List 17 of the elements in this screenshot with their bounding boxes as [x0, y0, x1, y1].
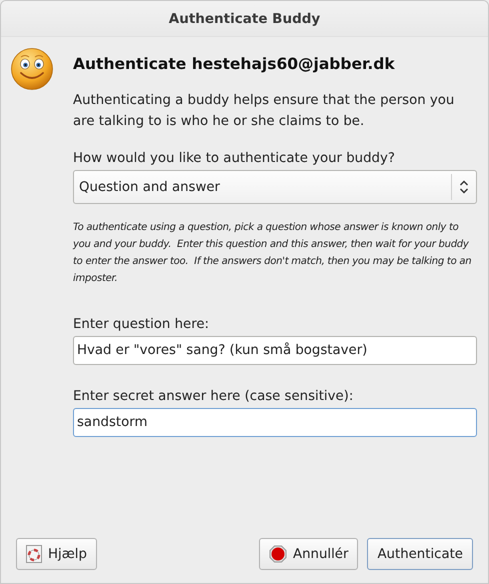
lifebuoy-icon — [26, 545, 42, 563]
window-title: Authenticate Buddy — [168, 10, 320, 26]
updown-icon — [459, 180, 469, 194]
authenticate-button[interactable]: Authenticate — [367, 538, 473, 570]
field-label: Enter question here: — [73, 317, 210, 332]
smiley-icon — [10, 47, 54, 91]
stop-icon — [269, 545, 288, 563]
cancel-button[interactable]: Annullér — [259, 538, 358, 570]
dialog-heading: Authenticate hestehajs60@jabber.dk — [73, 55, 396, 73]
text-field[interactable]: Hvad er "vores" sang? (kun små bogstaver) — [73, 336, 477, 365]
instructions-text: To authenticate using a question, pick a question whose answer is known only to you and your buddy. Enter this question and this answer, then wait for your buddy to enter the answer too. If the answers don't match, then you may be talking to an imposter. — [73, 221, 472, 286]
method-label: How would you like to authenticate your buddy? — [73, 151, 396, 166]
description-text: Authenticating a buddy helps ensure that the person you are talking to is who he or she claims to be. — [73, 92, 456, 131]
text-field[interactable]: sandstorm — [73, 408, 477, 437]
method-dropdown[interactable]: Question and answer — [73, 170, 477, 204]
help-button[interactable]: Hjælp — [16, 538, 97, 570]
field-label: Enter secret answer here (case sensitive): — [73, 389, 354, 404]
